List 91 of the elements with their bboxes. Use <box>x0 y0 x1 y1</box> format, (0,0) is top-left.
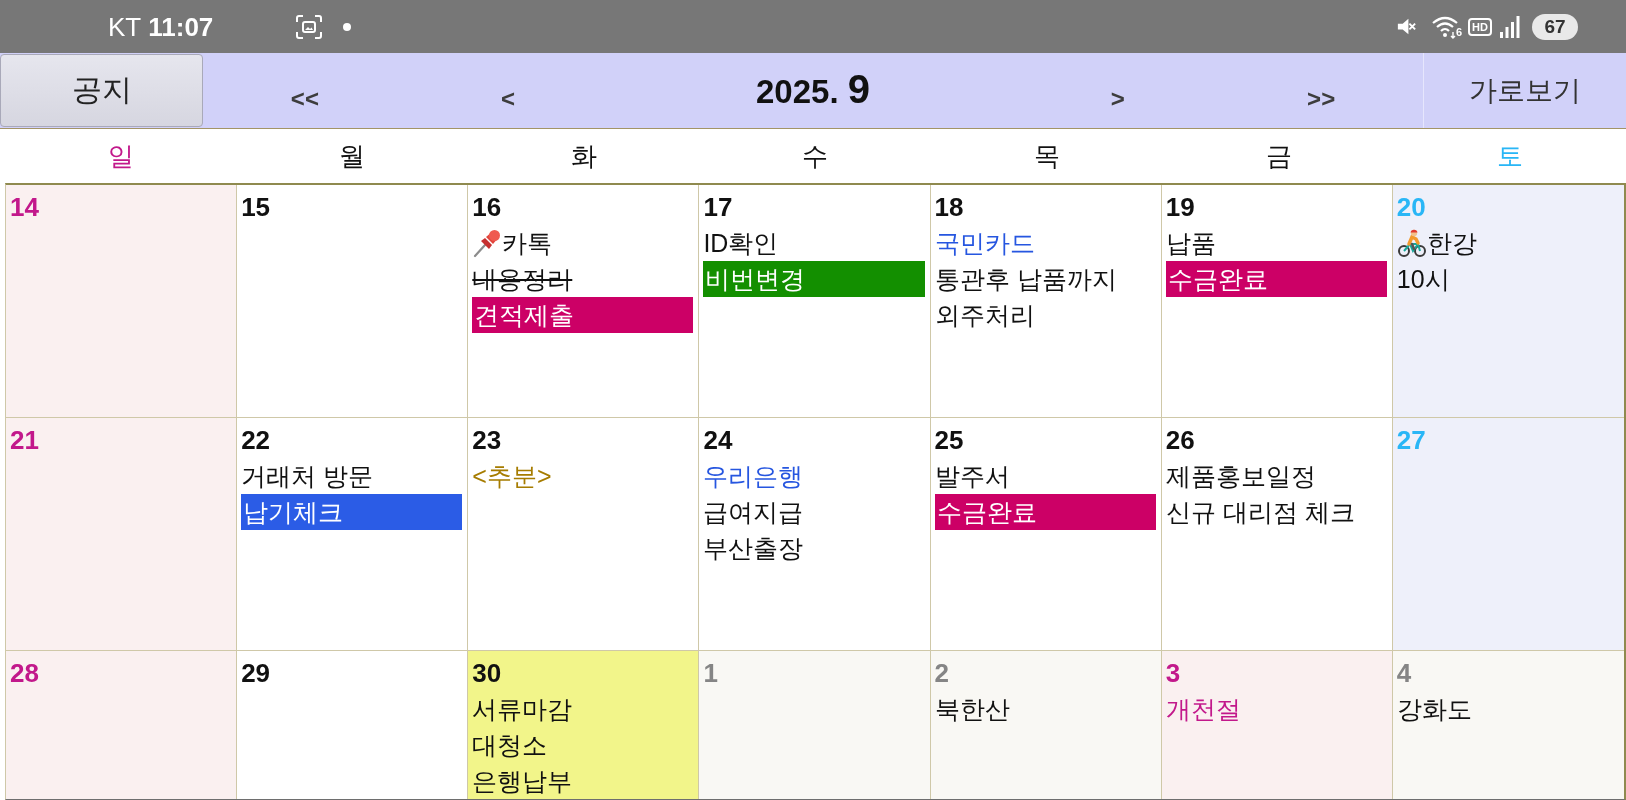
day-number: 27 <box>1396 424 1426 457</box>
event-label: 강화도 <box>1396 694 1472 725</box>
day-number: 20 <box>1396 191 1426 224</box>
day-number: 22 <box>241 424 271 457</box>
day-number: 14 <box>10 191 39 224</box>
day-cell[interactable]: 23 <추분> <box>468 418 700 651</box>
weekday-label: 월 <box>339 141 366 171</box>
carrier-label: KT <box>108 11 142 42</box>
day-number: 3 <box>1165 657 1181 690</box>
day-cell[interactable]: 20 한강 10시 <box>1392 185 1624 418</box>
day-cell[interactable]: 18 국민카드 통관후 납품까지 외주처리 <box>930 185 1162 418</box>
wifi-generation-label: 6 <box>1456 26 1463 38</box>
event-label: 납품 <box>1165 228 1216 259</box>
event-label: 내용정리 <box>472 264 573 295</box>
event-label: 외주처리 <box>934 300 1035 331</box>
day-cell[interactable]: 3 개천절 <box>1161 651 1393 799</box>
day-number: 2 <box>934 657 950 690</box>
prev-year-button[interactable]: << <box>286 84 323 113</box>
event-label: <추분> <box>472 461 552 492</box>
day-number: 17 <box>703 191 733 224</box>
hd-indicator: HD <box>1468 17 1492 36</box>
event-label: ID확인 <box>703 228 779 259</box>
day-number: 23 <box>472 424 502 457</box>
pushpin-icon <box>472 228 503 258</box>
event-label: 국민카드 <box>934 228 1035 259</box>
event-label: 우리은행 <box>703 461 804 492</box>
day-cell[interactable]: 21 <box>6 418 238 651</box>
month-title: 2025. 9 <box>756 69 870 112</box>
day-cell[interactable]: 22 거래처 방문 납기체크 <box>237 418 469 651</box>
weekday-label: 화 <box>570 141 597 171</box>
screenshot-icon <box>295 14 324 39</box>
day-number: 21 <box>10 424 39 457</box>
day-cell[interactable]: 2 북한산 <box>930 651 1162 799</box>
notice-button[interactable]: 공지 <box>0 54 204 127</box>
next-month-button[interactable]: > <box>1106 84 1129 113</box>
day-number: 25 <box>934 424 964 457</box>
day-number: 30 <box>472 657 502 690</box>
event-label: 부산출장 <box>703 533 804 564</box>
weekday-label: 목 <box>1034 141 1061 171</box>
weekday-label: 일 <box>107 141 134 171</box>
event-label: 신규 대리점 체크 <box>1165 497 1355 528</box>
event-label: 북한산 <box>934 694 1010 725</box>
event-label: 은행납부 <box>472 766 573 797</box>
weekday-label: 토 <box>1497 141 1524 171</box>
cyclist-icon <box>1396 228 1427 258</box>
day-number: 15 <box>241 191 271 224</box>
day-number: 1 <box>703 657 718 690</box>
event-label: 10시 <box>1396 264 1450 295</box>
event-label: 제품홍보일정 <box>1165 461 1316 492</box>
day-number: 4 <box>1396 657 1412 690</box>
signal-icon <box>1500 15 1520 38</box>
weekday-label: 금 <box>1265 141 1292 171</box>
prev-month-button[interactable]: < <box>497 84 520 113</box>
day-cell[interactable]: 14 <box>6 185 238 418</box>
day-cell[interactable]: 4 강화도 <box>1392 651 1624 799</box>
weekday-label: 수 <box>802 141 829 171</box>
event-bar: 비번변경 <box>703 261 925 297</box>
day-cell[interactable]: 15 <box>237 185 469 418</box>
event-bar: 수금완료 <box>934 494 1156 530</box>
event-bar: 수금완료 <box>1165 261 1387 297</box>
day-cell[interactable]: 17 ID확인 비번변경 <box>699 185 931 418</box>
day-number: 18 <box>934 191 964 224</box>
landscape-view-button[interactable]: 가로보기 <box>1422 53 1626 128</box>
day-cell[interactable]: 26 제품홍보일정 신규 대리점 체크 <box>1161 418 1393 651</box>
day-cell[interactable]: 19 납품 수금완료 <box>1161 185 1393 418</box>
day-number: 28 <box>10 657 39 690</box>
day-number: 16 <box>472 191 502 224</box>
day-cell[interactable]: 25 발주서 수금완료 <box>930 418 1162 651</box>
clock-label: 11:07 <box>148 11 214 42</box>
day-number: 26 <box>1165 424 1195 457</box>
event-label: 한강 <box>1426 228 1477 259</box>
day-cell[interactable]: 30 서류마감 대청소 은행납부 <box>468 651 700 799</box>
event-label: 급여지급 <box>703 497 804 528</box>
event-bar: 견적제출 <box>472 297 694 333</box>
event-label: 통관후 납품까지 <box>934 264 1117 295</box>
event-label: 거래처 방문 <box>241 461 374 492</box>
event-label: 카톡 <box>502 228 553 259</box>
event-label: 서류마감 <box>472 694 573 725</box>
day-cell[interactable]: 16 카톡 내용정리 견적제출 <box>468 185 700 418</box>
day-cell[interactable]: 24 우리은행 급여지급 부산출장 <box>699 418 931 651</box>
day-number: 29 <box>241 657 271 690</box>
event-label: 대청소 <box>472 730 548 761</box>
day-number: 24 <box>703 424 733 457</box>
day-number: 19 <box>1165 191 1195 224</box>
event-bar: 납기체크 <box>241 494 463 530</box>
battery-indicator: 67 <box>1532 13 1578 40</box>
event-label: 개천절 <box>1165 694 1241 725</box>
notification-dot-icon <box>343 22 352 31</box>
event-label: 발주서 <box>934 461 1010 492</box>
day-cell[interactable]: 28 <box>6 651 238 799</box>
next-year-button[interactable]: >> <box>1303 84 1340 113</box>
